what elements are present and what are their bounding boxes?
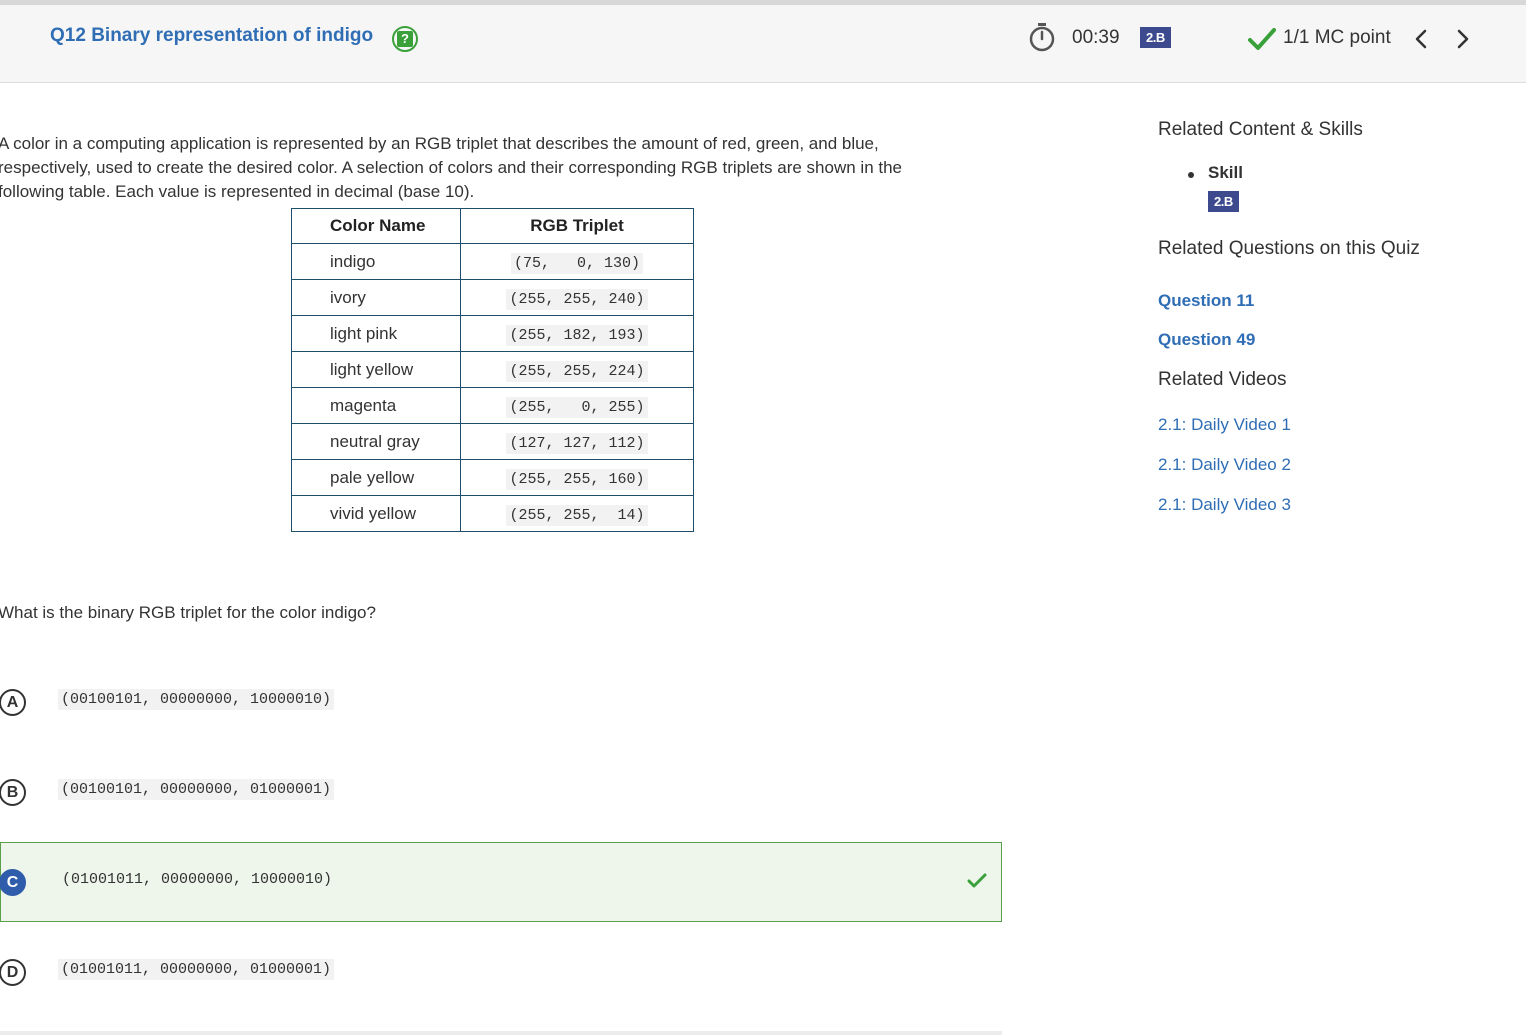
table-header-row: Color Name RGB Triplet (291, 208, 694, 244)
option-letter: D (0, 959, 26, 986)
rgb-triplet: (255, 0, 255) (506, 396, 648, 418)
question-prompt: What is the binary RGB triplet for the c… (0, 603, 376, 622)
question-title: Q12 Binary representation of indigo (50, 25, 374, 46)
timer-value: 00:39 (1072, 27, 1120, 48)
table-row: magenta (255, 0, 255) (291, 387, 694, 424)
rgb-triplet: (127, 127, 112) (506, 432, 648, 454)
check-icon (1248, 28, 1276, 50)
color-name: ivory (291, 279, 461, 316)
skill-badge: 2.B (1140, 27, 1171, 48)
rgb-triplet: (255, 182, 193) (506, 324, 648, 346)
color-name: light pink (291, 315, 461, 352)
answer-option-b[interactable]: B (00100101, 00000000, 01000001) (0, 752, 1002, 832)
option-letter: A (0, 689, 26, 716)
answer-option-d[interactable]: D (01001011, 00000000, 01000001) (0, 932, 1002, 1012)
chevron-left-icon[interactable] (1410, 27, 1434, 51)
color-name: vivid yellow (291, 495, 461, 532)
table-row: indigo (75, 0, 130) (291, 243, 694, 280)
question-stem: A color in a computing application is re… (0, 134, 903, 201)
option-text: (00100101, 00000000, 10000010) (58, 689, 335, 710)
column-header: Color Name (291, 208, 461, 244)
related-content-heading: Related Content & Skills (1158, 119, 1363, 140)
help-question-icon[interactable]: ? (392, 26, 418, 52)
rgb-triplet: (255, 255, 240) (506, 288, 648, 310)
table-row: light pink (255, 182, 193) (291, 315, 694, 352)
skill-label: Skill (1208, 163, 1243, 182)
table-row: light yellow (255, 255, 224) (291, 351, 694, 388)
points-label: 1/1 MC point (1283, 27, 1391, 48)
table-row: pale yellow (255, 255, 160) (291, 459, 694, 496)
option-text: (01001011, 00000000, 01000001) (58, 959, 335, 980)
question-header: Q12 Binary representation of indigo ? 00… (0, 5, 1526, 83)
table-row: neutral gray (127, 127, 112) (291, 423, 694, 460)
related-video-link[interactable]: 2.1: Daily Video 1 (1158, 415, 1291, 435)
correct-check-icon (967, 873, 987, 888)
related-video-link[interactable]: 2.1: Daily Video 3 (1158, 495, 1291, 515)
answer-option-c[interactable]: C (01001011, 00000000, 10000010) (0, 842, 1002, 922)
color-name: light yellow (291, 351, 461, 388)
color-name: neutral gray (291, 423, 461, 460)
stopwatch-icon (1029, 23, 1055, 52)
option-text: (01001011, 00000000, 10000010) (62, 871, 333, 888)
sidebar-skill-badge[interactable]: 2.B (1208, 191, 1239, 212)
column-header: RGB Triplet (460, 208, 694, 244)
related-question-link[interactable]: Question 11 (1158, 291, 1254, 311)
option-letter: B (0, 779, 26, 806)
answer-option-a[interactable]: A (00100101, 00000000, 10000010) (0, 662, 1002, 742)
rgb-triplet: (255, 255, 224) (506, 360, 648, 382)
related-questions-heading: Related Questions on this Quiz (1158, 238, 1420, 259)
chevron-right-icon[interactable] (1450, 27, 1474, 51)
color-name: pale yellow (291, 459, 461, 496)
rgb-triplet: (75, 0, 130) (510, 252, 644, 274)
color-table: Color Name RGB Triplet indigo (75, 0, 130… (291, 208, 694, 532)
option-text: (00100101, 00000000, 01000001) (58, 779, 335, 800)
option-letter: C (0, 869, 26, 896)
rgb-triplet: (255, 255, 14) (506, 504, 648, 526)
color-name: indigo (291, 243, 461, 280)
related-video-link[interactable]: 2.1: Daily Video 2 (1158, 455, 1291, 475)
table-row: ivory (255, 255, 240) (291, 279, 694, 316)
divider (0, 1031, 1002, 1035)
related-videos-heading: Related Videos (1158, 369, 1287, 390)
table-row: vivid yellow (255, 255, 14) (291, 495, 694, 532)
color-name: magenta (291, 387, 461, 424)
bullet (1188, 172, 1194, 178)
rgb-triplet: (255, 255, 160) (506, 468, 648, 490)
related-question-link[interactable]: Question 49 (1158, 330, 1255, 350)
